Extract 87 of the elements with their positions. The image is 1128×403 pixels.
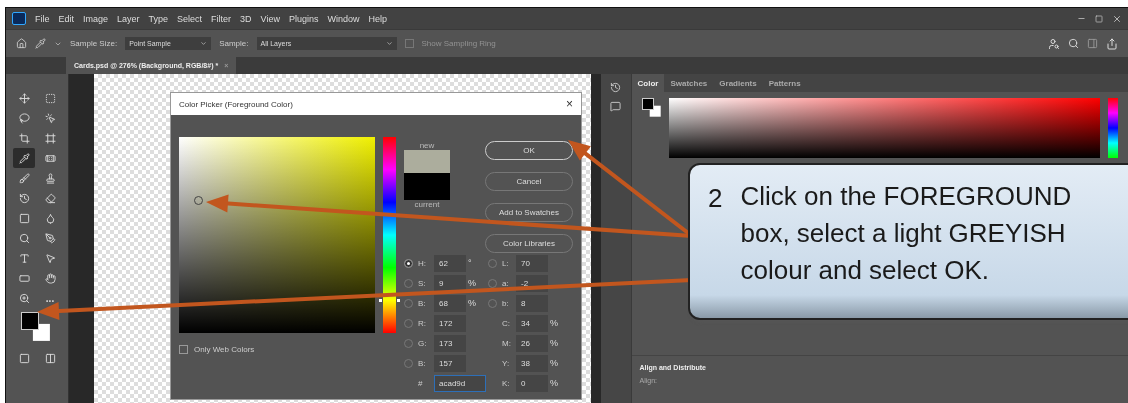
panel-tab[interactable]: Swatches — [664, 74, 714, 92]
close-icon[interactable] — [1112, 13, 1122, 24]
eyedropper-icon[interactable] — [13, 148, 35, 168]
menu-item[interactable]: Select — [177, 13, 203, 24]
field-label: B: — [418, 358, 427, 368]
field-label: S: — [418, 278, 427, 288]
menu-item[interactable]: Plugins — [288, 13, 319, 24]
panel-tab[interactable]: Patterns — [762, 74, 807, 92]
unit-label: % — [550, 318, 559, 328]
maximize-icon[interactable] — [1095, 14, 1103, 23]
menu-item[interactable]: File — [35, 13, 50, 24]
user-search-icon[interactable] — [1048, 37, 1060, 50]
field-label: b: — [502, 298, 510, 308]
dialog-title: Color Picker (Foreground Color) — [179, 99, 293, 109]
current-label: current — [414, 200, 440, 209]
panel-tab[interactable]: Gradients — [713, 74, 763, 92]
unit-label: % — [550, 338, 559, 348]
menu-item[interactable]: Help — [368, 13, 388, 24]
checkbox-label: Only Web Colors — [194, 345, 255, 354]
value-field[interactable]: 70 — [516, 254, 548, 272]
menu-item[interactable]: Edit — [58, 13, 75, 24]
color-ramp[interactable] — [669, 98, 1100, 158]
app-logo-icon[interactable] — [12, 12, 26, 25]
history-icon[interactable] — [610, 82, 621, 93]
unit-label: % — [550, 378, 559, 388]
value-field[interactable]: 173 — [434, 334, 466, 352]
hue-strip[interactable] — [1108, 98, 1118, 158]
panel-icon[interactable] — [1087, 38, 1098, 49]
field-label: B: — [418, 298, 427, 308]
slider-handle[interactable] — [379, 298, 400, 302]
field-label: R: — [418, 318, 427, 328]
field-label: C: — [502, 318, 511, 328]
sample-label: Sample: — [219, 39, 249, 48]
dialog-button[interactable]: Color Libraries — [485, 234, 573, 253]
value-field[interactable]: 0 — [516, 374, 548, 392]
field-label: G: — [418, 338, 428, 348]
unit-label: % — [468, 298, 477, 308]
value-field[interactable]: 38 — [516, 354, 548, 372]
field-label: Y: — [502, 358, 511, 368]
dialog-button[interactable]: OK — [485, 141, 573, 160]
more-icon[interactable]: ... — [39, 288, 61, 308]
close-icon[interactable]: × — [566, 97, 573, 111]
field-label: H: — [418, 258, 427, 268]
foreground-background-swatches[interactable] — [641, 98, 662, 118]
hex-field[interactable]: acad9d — [434, 374, 486, 392]
menu-item[interactable]: Type — [148, 13, 169, 24]
unit-label: % — [550, 358, 559, 368]
value-field[interactable]: 26 — [516, 334, 548, 352]
home-icon[interactable] — [16, 38, 27, 49]
value-field[interactable]: 8 — [516, 294, 548, 312]
color-field[interactable] — [179, 137, 375, 333]
unit-label: % — [468, 278, 477, 288]
comment-icon[interactable] — [610, 101, 621, 112]
menu-item[interactable]: Window — [327, 13, 360, 24]
share-icon[interactable] — [1106, 37, 1118, 50]
panel-tab[interactable]: Color — [631, 74, 665, 92]
eyedropper-icon[interactable] — [35, 38, 46, 49]
foreground-background-swatches[interactable] — [21, 312, 52, 343]
menu-item[interactable]: Filter — [211, 13, 232, 24]
field-label: a: — [502, 278, 510, 288]
sample-size-label: Sample Size: — [70, 39, 118, 48]
caret-icon — [385, 40, 393, 47]
step-number: 2 — [708, 183, 723, 214]
value-field[interactable]: 157 — [434, 354, 466, 372]
menu-item[interactable]: Image — [83, 13, 109, 24]
menu-item[interactable]: Layer — [117, 13, 140, 24]
radio-button[interactable] — [404, 258, 413, 268]
field-label: M: — [502, 338, 512, 348]
value-field[interactable]: 34 — [516, 314, 548, 332]
field-label: K: — [502, 378, 511, 388]
menu-item[interactable]: View — [260, 13, 280, 24]
field-label: # — [418, 378, 424, 388]
new-label: new — [419, 141, 435, 150]
checkbox[interactable] — [179, 345, 188, 354]
search-icon[interactable] — [1068, 38, 1079, 49]
unit-label: ° — [468, 258, 473, 268]
dialog-button[interactable]: Cancel — [485, 172, 573, 191]
current-color-swatch — [404, 173, 450, 200]
value-field[interactable]: 172 — [434, 314, 466, 332]
caret-icon — [200, 40, 208, 47]
dialog-button[interactable]: Add to Swatches — [485, 203, 573, 222]
new-color-swatch — [404, 150, 450, 173]
value-field[interactable]: 62 — [434, 254, 466, 272]
menu-item[interactable]: 3D — [240, 13, 252, 24]
field-label: L: — [502, 258, 510, 268]
callout-text: Click on the FOREGROUND box, select a light GREYISH colour and select OK. — [740, 180, 1072, 287]
value-field[interactable]: 68 — [434, 294, 466, 312]
